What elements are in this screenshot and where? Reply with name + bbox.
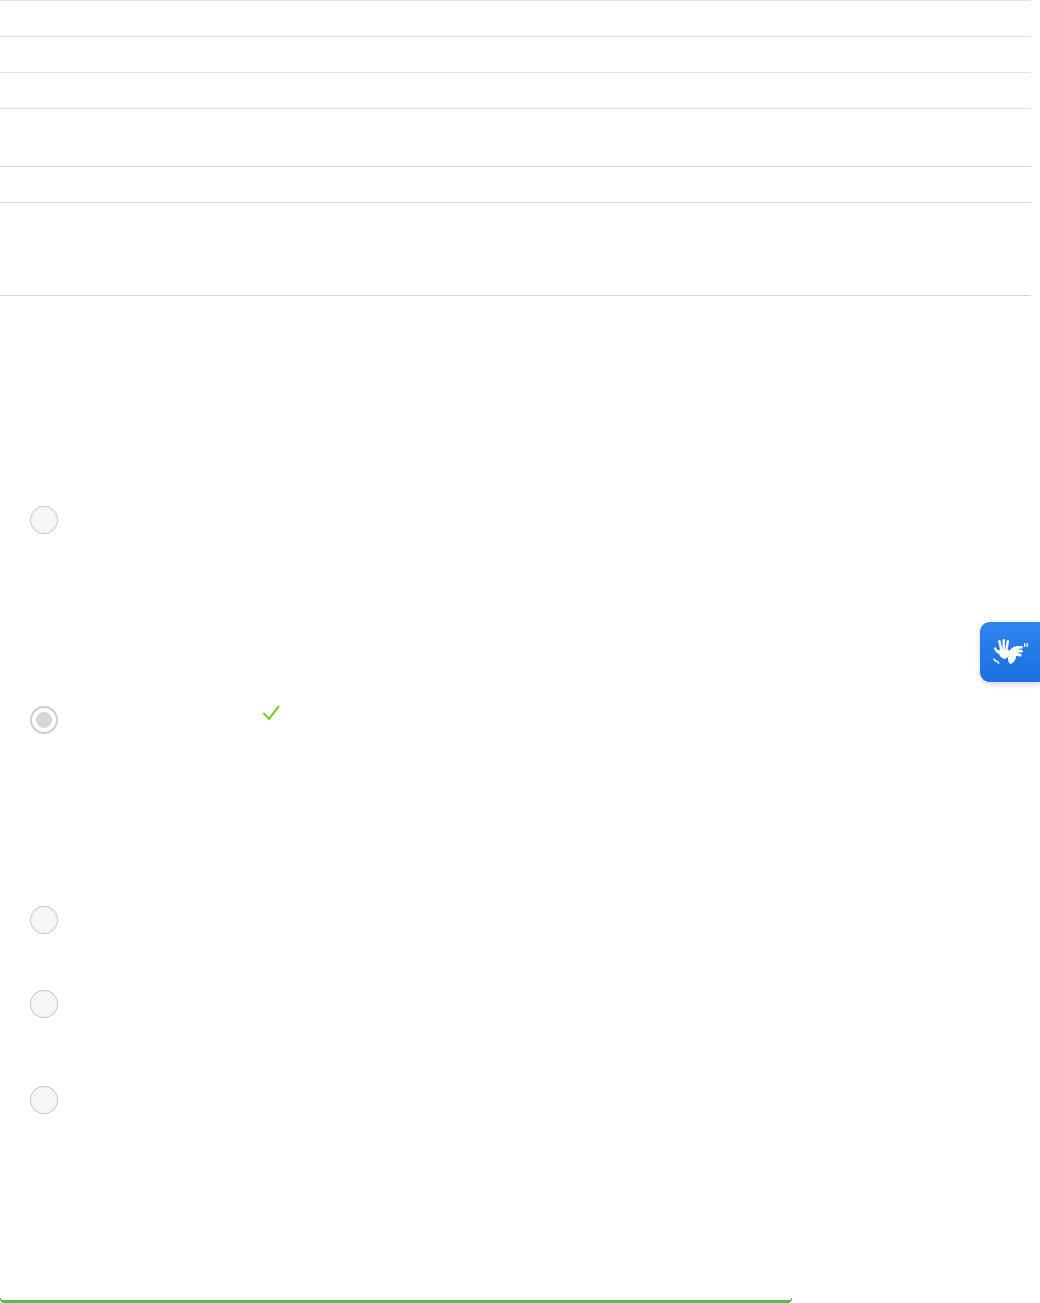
sign-language-icon: [993, 639, 1028, 664]
table-row: [0, 202, 1031, 295]
radio-button[interactable]: [30, 990, 58, 1018]
radio-button[interactable]: [30, 506, 58, 534]
radio-button[interactable]: [30, 1086, 58, 1114]
radio-button[interactable]: [30, 906, 58, 934]
answer-option-2[interactable]: [30, 705, 280, 734]
table-row: [0, 108, 1031, 166]
table-row: [0, 0, 1031, 36]
answer-option-3[interactable]: [30, 906, 73, 934]
radio-button-selected[interactable]: [30, 706, 58, 734]
table-divider: [0, 295, 1031, 296]
table-row: [0, 36, 1031, 72]
answer-option-4[interactable]: [30, 990, 73, 1018]
answer-option-1[interactable]: [30, 506, 73, 534]
checkmark-icon: [263, 705, 280, 720]
progress-bar: [0, 1298, 792, 1303]
table-row: [0, 72, 1031, 108]
accessibility-button[interactable]: [980, 622, 1040, 682]
table-row: [0, 166, 1031, 202]
answer-option-5[interactable]: [30, 1086, 73, 1114]
